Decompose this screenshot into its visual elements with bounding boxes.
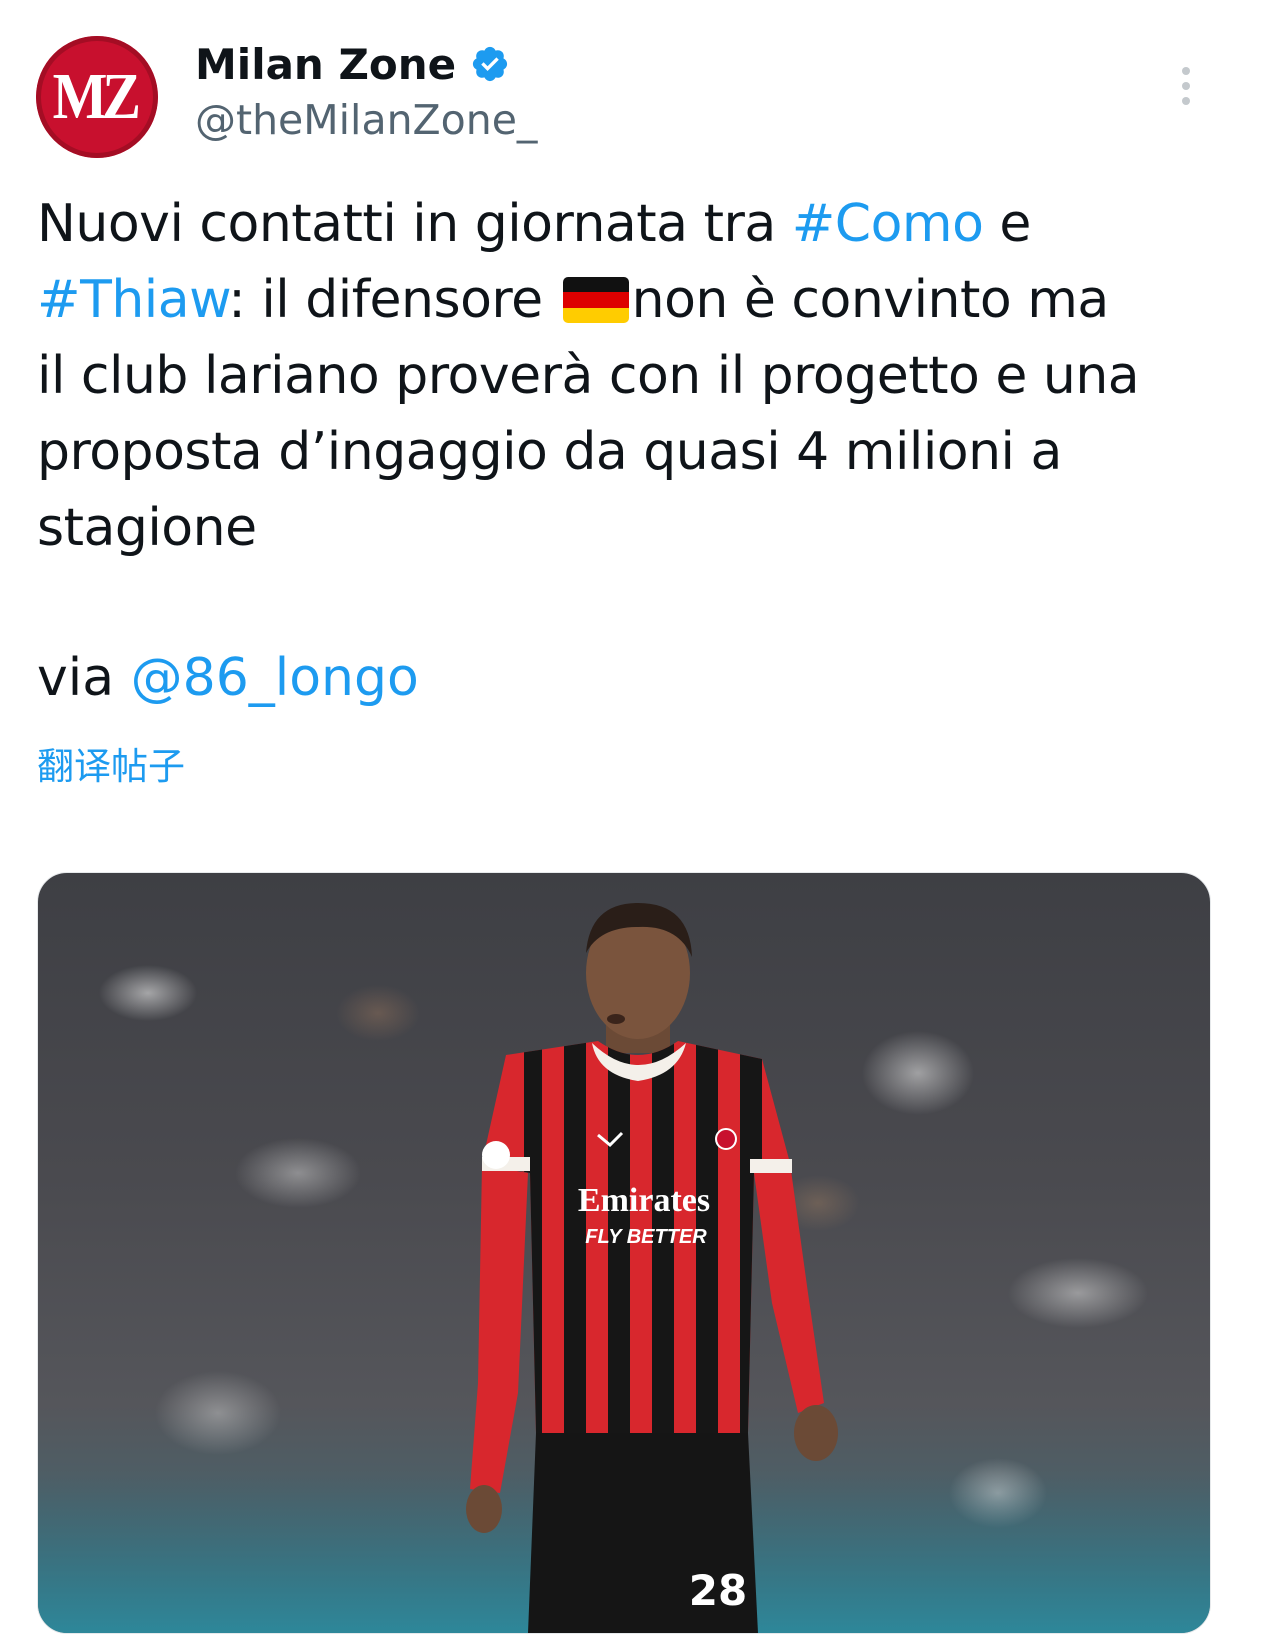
shirt-slogan-text: FLY BETTER bbox=[585, 1226, 707, 1248]
author-name-row: Milan Zone bbox=[195, 38, 510, 90]
text-segment: Nuovi contatti in giornata tra bbox=[37, 194, 792, 254]
champions-league-badge-icon bbox=[482, 1141, 510, 1169]
via-prefix: via bbox=[37, 648, 131, 708]
more-dot-icon bbox=[1182, 82, 1190, 90]
avatar-logo-text: MZ bbox=[52, 60, 140, 133]
text-segment: e bbox=[983, 194, 1031, 254]
text-segment: : il difensore bbox=[228, 270, 559, 330]
mention-86-longo-link[interactable]: @86_longo bbox=[131, 648, 419, 708]
player-illustration: Emirates FLY BETTER 28 bbox=[38, 903, 1210, 1633]
via-line: via @86_longo bbox=[37, 640, 419, 716]
author-handle[interactable]: @theMilanZone_ bbox=[195, 96, 537, 144]
hashtag-thiaw-link[interactable]: #Thiaw bbox=[37, 270, 229, 330]
tweet-text-line: #Thiaw: il difensore non è convinto ma bbox=[37, 262, 1227, 338]
author-display-name[interactable]: Milan Zone bbox=[195, 40, 456, 89]
tweet-text: Nuovi contatti in giornata tra #Como e #… bbox=[37, 186, 1227, 566]
tweet: MZ Milan Zone @theMilanZone_ Nuovi conta… bbox=[0, 0, 1279, 1634]
more-options-button[interactable] bbox=[1166, 58, 1206, 114]
tweet-media-photo[interactable]: Emirates FLY BETTER 28 bbox=[37, 872, 1211, 1634]
shirt-number-text: 28 bbox=[689, 1566, 747, 1615]
text-segment: non è convinto ma bbox=[631, 270, 1110, 330]
club-crest-icon bbox=[715, 1128, 737, 1150]
translate-post-link[interactable]: 翻译帖子 bbox=[37, 736, 185, 790]
more-dot-icon bbox=[1182, 97, 1190, 105]
tweet-text-line: proposta d’ingaggio da quasi 4 milioni a bbox=[37, 422, 1062, 482]
more-dot-icon bbox=[1182, 67, 1190, 75]
shirt-sponsor-text: Emirates bbox=[578, 1182, 710, 1219]
germany-flag-icon bbox=[562, 277, 629, 323]
avatar[interactable]: MZ bbox=[36, 36, 158, 158]
hashtag-como-link[interactable]: #Como bbox=[792, 194, 984, 254]
tweet-text-line: stagione bbox=[37, 498, 257, 558]
tweet-text-line: Nuovi contatti in giornata tra #Como e bbox=[37, 186, 1227, 262]
tweet-text-line: il club lariano proverà con il progetto … bbox=[37, 346, 1140, 406]
verified-badge-icon bbox=[473, 46, 508, 82]
